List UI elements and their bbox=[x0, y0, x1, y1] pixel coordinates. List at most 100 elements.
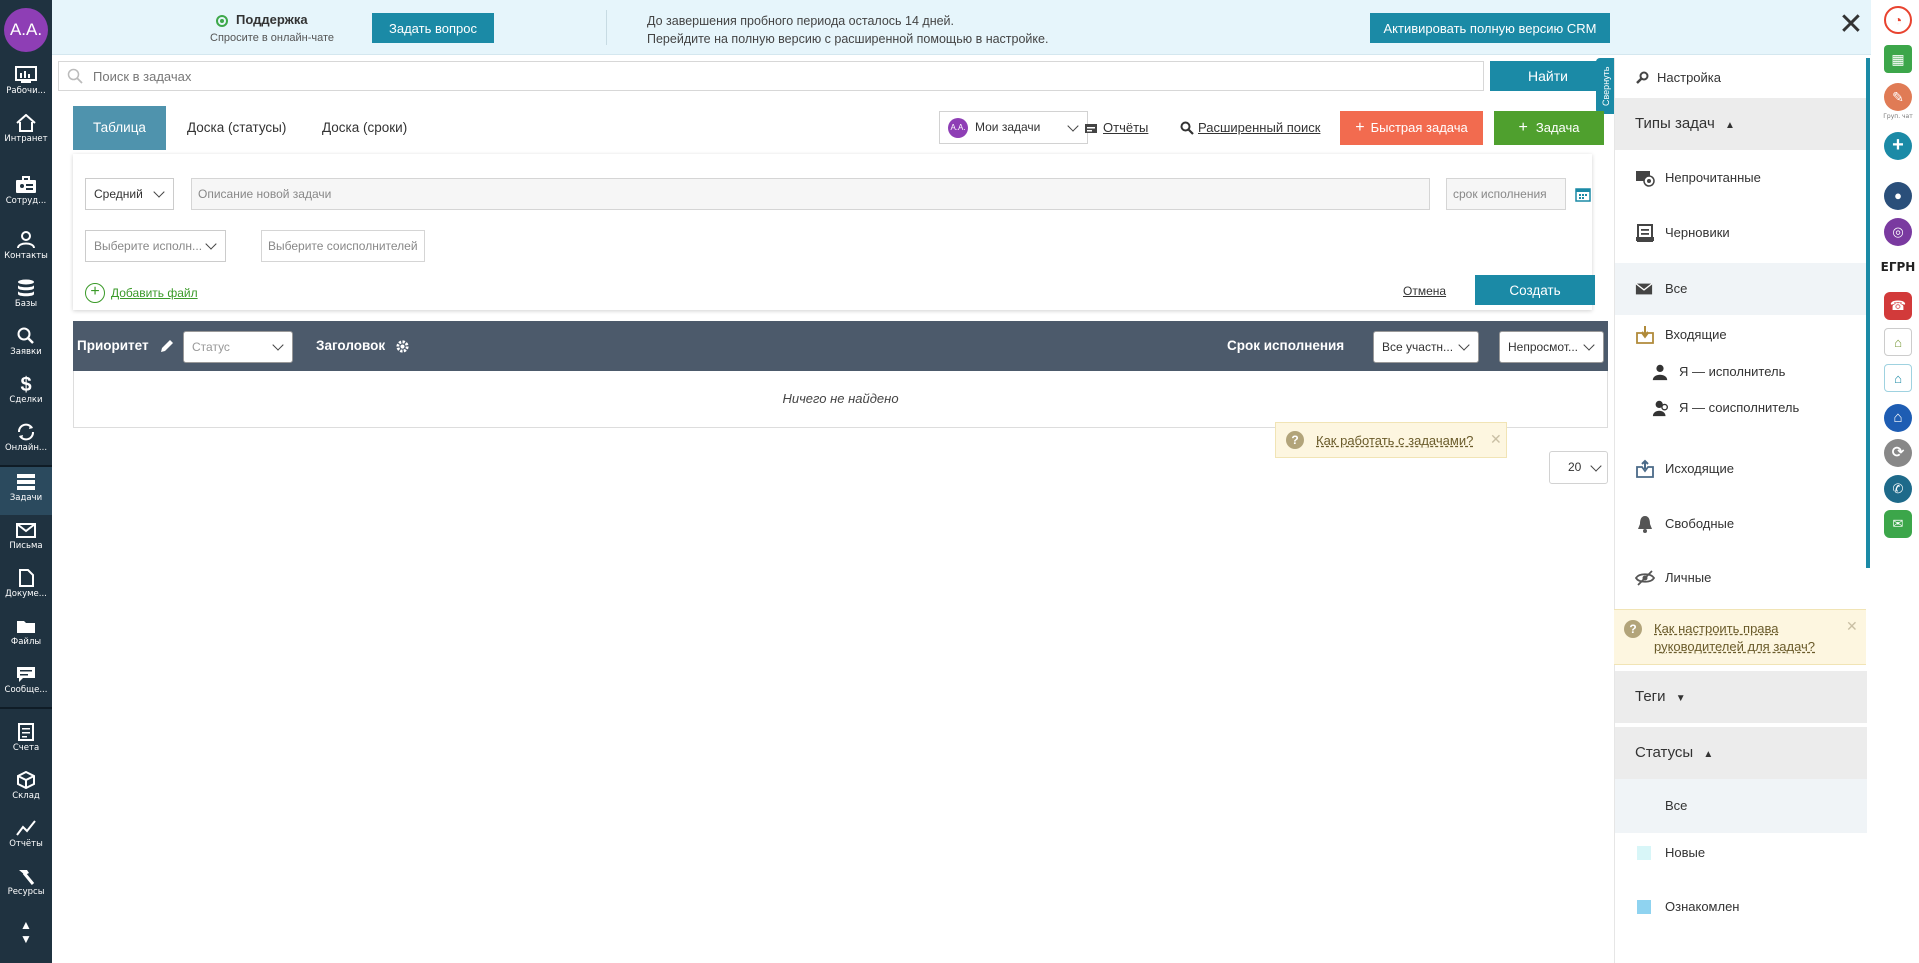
tab-board-statuses[interactable]: Доска (статусы) bbox=[167, 106, 306, 150]
close-icon[interactable]: ✕ bbox=[1846, 620, 1858, 634]
quick-task-button[interactable]: + Быстрая задача bbox=[1340, 111, 1483, 145]
status-item-new[interactable]: Новые bbox=[1615, 842, 1867, 864]
participants-filter-select[interactable]: Все участн... bbox=[1373, 331, 1479, 363]
sidebar-item-all-types[interactable]: Все bbox=[1615, 263, 1867, 315]
find-button[interactable]: Найти bbox=[1490, 61, 1606, 91]
advanced-search-link[interactable]: Расширенный поиск bbox=[1198, 120, 1320, 135]
documents-icon bbox=[0, 563, 52, 589]
rights-help-link[interactable]: Как настроить права руководителей для за… bbox=[1654, 620, 1834, 656]
nav-item-files[interactable]: Файлы bbox=[0, 611, 52, 659]
sidebar-item-personal[interactable]: Личные bbox=[1615, 566, 1867, 590]
priority-select[interactable]: Средний bbox=[85, 178, 174, 210]
nav-item-intranet[interactable]: Интранет bbox=[0, 108, 52, 156]
calendar-icon[interactable]: ▦ bbox=[1884, 45, 1912, 73]
home-icon[interactable]: ⌂ bbox=[1884, 404, 1912, 432]
nav-item-online[interactable]: Онлайн... bbox=[0, 417, 52, 465]
create-task-button[interactable]: Создать bbox=[1475, 275, 1595, 305]
sync-icon[interactable]: ⟳ bbox=[1884, 439, 1912, 467]
nav-item-databases[interactable]: Базы bbox=[0, 273, 52, 321]
task-types-label: Типы задач bbox=[1635, 115, 1715, 132]
phonebook-icon[interactable]: ☎ bbox=[1884, 292, 1912, 320]
mail-icon bbox=[0, 515, 52, 541]
nav-item-invoices[interactable]: Счета bbox=[0, 717, 52, 765]
sidebar-settings[interactable]: Настройка bbox=[1615, 68, 1867, 88]
close-icon[interactable]: ✕ bbox=[1490, 433, 1502, 447]
nav-item-resources[interactable]: Ресурсы bbox=[0, 861, 52, 909]
quick-task-label: Быстрая задача bbox=[1370, 120, 1468, 135]
ask-question-button[interactable]: Задать вопрос bbox=[372, 13, 494, 43]
sidebar-scrollbar[interactable] bbox=[1866, 58, 1870, 568]
column-title[interactable]: Заголовок bbox=[316, 321, 385, 371]
deadline-input[interactable]: срок исполнения bbox=[1446, 178, 1566, 210]
sidebar-item-drafts[interactable]: Черновики bbox=[1615, 221, 1867, 245]
help-tasks-link[interactable]: Как работать с задачами? bbox=[1316, 433, 1473, 448]
coexecutor-input[interactable]: Выберите соисполнителей bbox=[261, 230, 425, 262]
status-filter-select[interactable]: Статус bbox=[183, 331, 293, 363]
nav-item-mail[interactable]: Письма bbox=[0, 515, 52, 563]
tab-board-deadlines[interactable]: Доска (сроки) bbox=[302, 106, 427, 150]
egrn-icon[interactable]: ЕГРН bbox=[1878, 260, 1918, 274]
nav-item-messages[interactable]: Сообще... bbox=[0, 659, 52, 707]
nav-scroll-up-icon[interactable]: ▲ bbox=[0, 918, 52, 932]
column-priority[interactable]: Приоритет bbox=[77, 321, 153, 371]
inbox-icon bbox=[1636, 326, 1654, 344]
users-icon[interactable]: ● bbox=[1884, 182, 1912, 210]
my-tasks-select[interactable]: A.A. Мои задачи bbox=[939, 111, 1088, 144]
nav-item-requests[interactable]: Заявки bbox=[0, 321, 52, 369]
nav-scroll-down-icon[interactable]: ▼ bbox=[0, 932, 52, 946]
support-headset-icon[interactable]: ◎ bbox=[1884, 218, 1912, 246]
add-task-button[interactable]: + Задача bbox=[1494, 111, 1604, 145]
nav-item-employees[interactable]: Сотруд... bbox=[0, 170, 52, 218]
sidebar-item-label: Черновики bbox=[1665, 225, 1730, 240]
sidebar-item-me-executor[interactable]: Я — исполнитель bbox=[1615, 360, 1867, 384]
my-tasks-label: Мои задачи bbox=[975, 120, 1041, 134]
column-deadline[interactable]: Срок исполнения bbox=[1227, 321, 1344, 371]
task-label: Задача bbox=[1535, 120, 1580, 135]
statuses-header[interactable]: Статусы ▲ bbox=[1615, 727, 1867, 779]
nav-label: Файлы bbox=[10, 637, 42, 647]
sidebar-item-unread[interactable]: Непрочитанные bbox=[1615, 166, 1867, 190]
nav-item-warehouse[interactable]: Склад bbox=[0, 765, 52, 813]
tags-header[interactable]: Теги ▼ bbox=[1615, 671, 1867, 723]
nav-item-tasks[interactable]: Задачи bbox=[0, 467, 52, 515]
sidebar-item-incoming[interactable]: Входящие bbox=[1615, 323, 1867, 347]
tab-table[interactable]: Таблица bbox=[73, 106, 166, 150]
status-item-acknowledged[interactable]: Ознакомлен bbox=[1615, 896, 1867, 918]
sidebar-item-me-coexecutor[interactable]: Я — соисполнитель bbox=[1615, 396, 1867, 420]
add-file-icon[interactable]: + bbox=[85, 283, 105, 303]
house-outline-icon[interactable]: ⌂ bbox=[1884, 364, 1912, 392]
viewed-filter-select[interactable]: Непросмот... bbox=[1499, 331, 1604, 363]
add-file-link[interactable]: Добавить файл bbox=[111, 286, 198, 300]
task-description-input[interactable]: Описание новой задачи bbox=[191, 178, 1430, 210]
activate-full-version-button[interactable]: Активировать полную версию CRM bbox=[1370, 13, 1610, 43]
statuses-label: Статусы bbox=[1635, 744, 1694, 761]
add-icon[interactable]: + bbox=[1884, 132, 1912, 160]
nav-item-dashboard[interactable]: Рабочи... bbox=[0, 60, 52, 108]
notifications-icon[interactable]: ◔ bbox=[1884, 6, 1912, 34]
collapse-sidebar-tab[interactable]: Свернуть bbox=[1596, 58, 1616, 114]
calendar-icon[interactable] bbox=[1575, 186, 1591, 202]
nav-item-contacts[interactable]: Контакты bbox=[0, 225, 52, 273]
pencil-icon[interactable] bbox=[159, 338, 175, 354]
executor-select[interactable]: Выберите исполн... bbox=[85, 230, 226, 262]
nav-item-documents[interactable]: Докуме... bbox=[0, 563, 52, 611]
email-icon[interactable]: ✉ bbox=[1884, 510, 1912, 538]
task-types-header[interactable]: Типы задач ▲ bbox=[1615, 98, 1867, 150]
per-page-select[interactable]: 20 bbox=[1549, 451, 1608, 484]
sidebar-item-free[interactable]: Свободные bbox=[1615, 512, 1867, 536]
phone-icon[interactable]: ✆ bbox=[1884, 475, 1912, 503]
gear-icon[interactable] bbox=[395, 339, 410, 354]
group-chat-icon[interactable]: ✎ bbox=[1884, 83, 1912, 111]
user-avatar[interactable]: A.A. bbox=[4, 8, 48, 52]
sidebar-item-label: Исходящие bbox=[1665, 461, 1734, 476]
sidebar-item-outgoing[interactable]: Исходящие bbox=[1615, 457, 1867, 481]
nav-item-deals[interactable]: $ Сделки bbox=[0, 369, 52, 417]
status-item-all[interactable]: Все bbox=[1615, 779, 1867, 833]
cancel-link[interactable]: Отмена bbox=[1403, 284, 1446, 298]
reports-link[interactable]: Отчёты bbox=[1103, 120, 1148, 135]
nav-item-reports[interactable]: Отчёты bbox=[0, 813, 52, 861]
search-input[interactable] bbox=[93, 62, 1473, 90]
map-icon[interactable]: ⌂ bbox=[1884, 328, 1912, 356]
close-banner-icon[interactable]: ✕ bbox=[1836, 10, 1866, 41]
home-icon bbox=[0, 108, 52, 134]
